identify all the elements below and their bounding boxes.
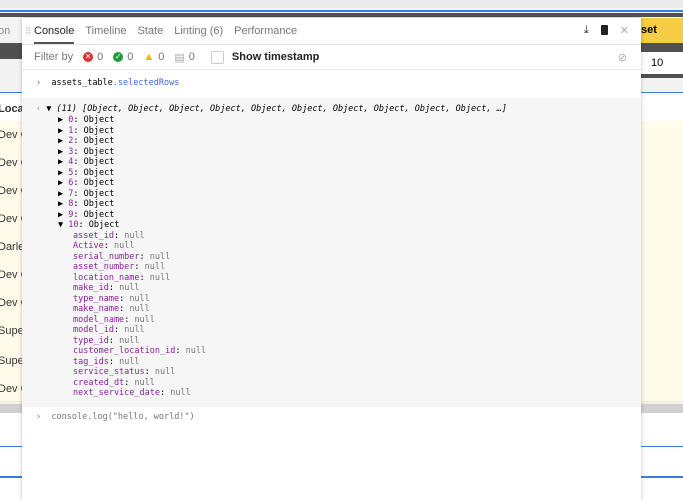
object-field: make_id: null — [73, 283, 140, 293]
error-icon[interactable]: ✕ — [83, 52, 94, 62]
bg-cell: Supe — [0, 325, 24, 337]
object-field: Active: null — [73, 241, 135, 251]
debug-console-panel: ⠿ Console Timeline State Linting (6) Per… — [22, 18, 641, 500]
object-field: serial_number: null — [73, 251, 171, 262]
success-icon[interactable]: ✓ — [113, 52, 124, 62]
drag-handle-icon[interactable]: ⠿ — [25, 26, 32, 37]
timestamp-label[interactable]: Show timestamp — [232, 51, 319, 63]
tab-linting[interactable]: Linting (6) — [174, 18, 223, 44]
object-field: location_name: null — [73, 272, 171, 283]
success-count: 0 — [127, 51, 134, 63]
tab-state[interactable]: State — [138, 18, 164, 44]
clear-console-icon[interactable]: ⊘ — [618, 51, 627, 64]
input-property: .selectedRows — [112, 78, 180, 88]
object-field: asset_id: null — [73, 230, 145, 241]
warning-count: 0 — [158, 51, 165, 63]
array-item[interactable]: ▶ 8: Object — [58, 199, 114, 209]
array-item[interactable]: ▶ 6: Object — [58, 178, 114, 188]
input-object: assets_table — [51, 78, 113, 88]
array-item-expanded[interactable]: ▼ 10: Object — [58, 220, 119, 230]
clipboard-icon[interactable] — [600, 25, 608, 35]
array-item[interactable]: ▶ 4: Object — [58, 157, 114, 167]
array-item[interactable]: ▶ 5: Object — [58, 168, 114, 178]
bg-cell: Darle — [0, 241, 25, 253]
error-count: 0 — [97, 51, 104, 63]
array-item[interactable]: ▶ 3: Object — [58, 147, 114, 157]
array-item[interactable]: ▶ 7: Object — [58, 189, 114, 199]
object-field: service_status: null — [73, 367, 176, 377]
object-field: next_service_date: null — [73, 388, 191, 398]
tab-performance[interactable]: Performance — [234, 18, 297, 44]
object-field: type_name: null — [73, 293, 150, 304]
bg-page-size[interactable]: 10 — [641, 52, 683, 74]
download-icon[interactable]: ⤓ — [584, 24, 589, 37]
object-field: make_name: null — [73, 304, 150, 314]
output-summary[interactable]: ‹ ▼ (11) [Object, Object, Object, Object… — [36, 104, 507, 114]
bg-action-button[interactable]: set — [641, 18, 683, 43]
array-item[interactable]: ▶ 2: Object — [58, 136, 114, 146]
array-item[interactable]: ▶ 1: Object — [58, 126, 114, 136]
tab-console[interactable]: Console — [34, 18, 75, 44]
object-field: type_id: null — [73, 335, 140, 346]
array-item[interactable]: ▶ 9: Object — [58, 210, 114, 220]
message-icon[interactable]: ▤ — [174, 51, 184, 64]
object-field: model_name: null — [73, 314, 155, 325]
warning-icon[interactable]: ▲ — [143, 51, 154, 63]
object-field: customer_location_id: null — [73, 346, 207, 356]
bg-cell: Supe — [0, 355, 24, 367]
input-command: console.log("hello, world!") — [51, 412, 195, 422]
object-field: model_id: null — [73, 325, 145, 335]
tab-bar: ⠿ Console Timeline State Linting (6) Per… — [22, 18, 641, 45]
object-field: created_dt: null — [73, 377, 155, 388]
close-icon[interactable]: ✕ — [620, 24, 629, 37]
message-count: 0 — [188, 51, 195, 63]
array-item[interactable]: ▶ 0: Object — [58, 115, 114, 125]
object-field: asset_number: null — [73, 262, 166, 272]
timestamp-checkbox[interactable] — [210, 50, 224, 64]
tab-timeline[interactable]: Timeline — [85, 18, 126, 44]
console-input-line: › assets_table.selectedRows — [36, 78, 180, 88]
console-output: ‹ ▼ (11) [Object, Object, Object, Object… — [22, 98, 641, 407]
filter-label: Filter by — [34, 51, 74, 63]
filter-bar: Filter by ✕ 0 ✓ 0 ▲ 0 ▤ 0 Show timestamp ⊘ — [22, 45, 641, 70]
object-field: tag_ids: null — [73, 356, 140, 367]
bg-header-text: on — [0, 25, 11, 37]
console-input-line-2: › console.log("hello, world!") — [36, 412, 195, 422]
